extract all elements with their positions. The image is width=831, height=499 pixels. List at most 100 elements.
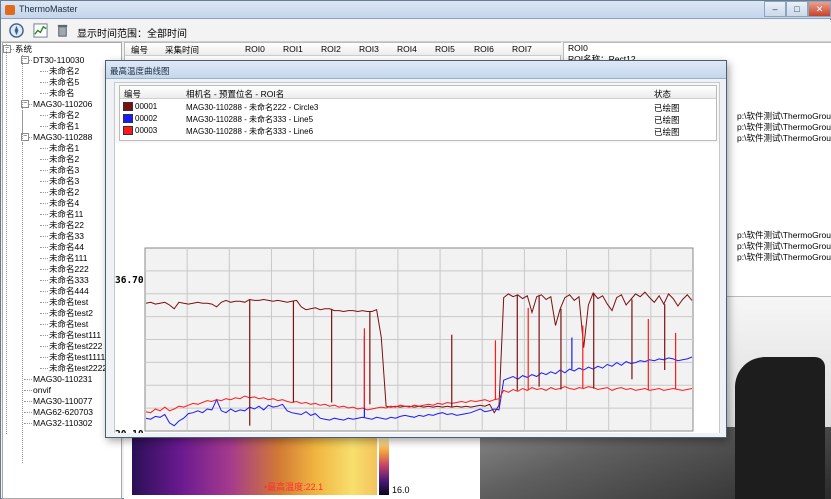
series-table-header: 编号 相机名 - 预置位名 - ROI名 状态 (120, 86, 716, 99)
tree-connector (24, 423, 32, 424)
tree-node[interactable]: 未命名3 (49, 176, 79, 187)
photo-chair (735, 357, 825, 499)
y-axis-max-label: 36.70 (115, 275, 144, 286)
tree-node[interactable]: 未命名3 (49, 165, 79, 176)
tree-connector (40, 148, 48, 149)
series-row[interactable]: 00001 MAG30-110288 - 未命名222 - Circle3 已绘… (120, 101, 716, 113)
series-row[interactable]: 00003 MAG30-110288 - 未命名333 - Line6 已绘图 (120, 125, 716, 137)
device-tree[interactable]: 系统 − DT30-110030− 未命名2 未命名5 未命名 MAG30-110206− 未… (2, 42, 122, 499)
data-table-column-header[interactable]: ROI0 (245, 44, 265, 54)
tree-connector (40, 225, 48, 226)
tree-node[interactable]: 未命名test1111 (49, 352, 105, 363)
app-title: ThermoMaster (19, 4, 78, 14)
series-color-swatch (123, 126, 133, 135)
dialog-title: 最高温度曲线图 (110, 66, 170, 76)
tree-connector (40, 236, 48, 237)
tree-node[interactable]: 未命名444 (49, 286, 89, 297)
tree-connector (40, 368, 48, 369)
tree-node[interactable]: MAG32-110302 (33, 418, 92, 429)
tree-node[interactable]: 未命名2 (49, 110, 79, 121)
tree-node[interactable]: DT30-110030 (33, 55, 84, 66)
file-path-text: p:\软件测试\ThermoGrou (737, 252, 831, 262)
tree-connector (24, 401, 32, 402)
tree-connector (40, 181, 48, 182)
tree-node[interactable]: 未命名33 (49, 231, 84, 242)
tree-node[interactable]: 未命名111 (49, 253, 87, 264)
data-table-column-header[interactable]: 采集时间 (165, 44, 199, 56)
tree-node[interactable]: MAG30-110231 (33, 374, 92, 385)
tree-connector (40, 335, 48, 336)
thermal-image[interactable] (132, 437, 377, 495)
tree-node[interactable]: 未命名test (49, 319, 88, 330)
tree-connector (40, 214, 48, 215)
tree-connector (40, 269, 48, 270)
tree-node[interactable]: 未命名11 (49, 209, 83, 220)
data-table-column-header[interactable]: ROI1 (283, 44, 303, 54)
chart-icon[interactable] (33, 23, 48, 38)
tree-node[interactable]: MAG62-620703 (33, 407, 93, 418)
data-table-column-header[interactable]: ROI2 (321, 44, 341, 54)
tree-node[interactable]: 未命名222 (49, 264, 89, 275)
series-id: 00002 (135, 114, 158, 123)
compass-icon[interactable] (9, 23, 24, 38)
tree-connector (24, 379, 32, 380)
tree-node[interactable]: 未命名2 (49, 154, 79, 165)
tree-node[interactable]: MAG30-110077 (33, 396, 92, 407)
tree-node[interactable]: 未命名1 (49, 121, 79, 132)
tree-connector (40, 346, 48, 347)
tree-node[interactable]: 未命名test111 (49, 330, 101, 341)
tree-node[interactable]: 系统 (15, 44, 32, 55)
tree-node[interactable]: MAG30-110288 (33, 132, 92, 143)
tree-node[interactable]: 未命名test222 (49, 341, 102, 352)
tree-connector (40, 93, 48, 94)
tree-node[interactable]: 未命名2 (49, 187, 79, 198)
tree-node[interactable]: 未命名22 (49, 220, 84, 231)
data-table-column-header[interactable]: ROI7 (512, 44, 532, 54)
color-scale-bar (379, 437, 389, 495)
tree-connector (40, 159, 48, 160)
trash-icon[interactable] (55, 23, 70, 38)
tree-node[interactable]: onvif (33, 385, 51, 396)
data-table-column-header[interactable]: ROI5 (435, 44, 455, 54)
chart-frame: 36.7020.102014-02-12 08:56:562014-02-12 … (115, 143, 719, 433)
tree-connector (40, 192, 48, 193)
tree-expander-icon[interactable]: − (3, 45, 11, 53)
series-row[interactable]: 00002 MAG30-110288 - 未命名333 - Line5 已绘图 (120, 113, 716, 125)
tree-node[interactable]: 未命名44 (49, 242, 84, 253)
temperature-curve-dialog: 最高温度曲线图 编号 相机名 - 预置位名 - ROI名 状态 00001 MA… (105, 60, 727, 438)
data-table-column-header[interactable]: 编号 (131, 44, 148, 56)
tree-node[interactable]: 未命名1 (49, 143, 79, 154)
thermal-image-panel: •最高温度:22.1 16.0 (124, 437, 480, 499)
tree-connector (40, 82, 48, 83)
tree-connector (40, 302, 48, 303)
roi-title: ROI0 (568, 43, 588, 53)
tree-node[interactable]: 未命名test (49, 297, 88, 308)
close-button[interactable]: ✕ (808, 1, 831, 17)
data-table-column-header[interactable]: ROI6 (474, 44, 494, 54)
tree-guide-line (22, 143, 23, 463)
dialog-content: 编号 相机名 - 预置位名 - ROI名 状态 00001 MAG30-1102… (114, 82, 720, 433)
minimize-button[interactable]: – (764, 1, 786, 17)
tree-node[interactable]: 未命名333 (49, 275, 89, 286)
temperature-chart[interactable]: 36.7020.102014-02-12 08:56:562014-02-12 … (115, 143, 719, 433)
file-path-text: p:\软件测试\ThermoGrou (737, 133, 831, 143)
app-logo-icon (5, 5, 15, 15)
tree-connector (24, 390, 32, 391)
tree-node[interactable]: 未命名test2 (49, 308, 93, 319)
dialog-titlebar[interactable]: 最高温度曲线图 (106, 61, 726, 79)
tree-connector (40, 115, 48, 116)
tree-node[interactable]: 未命名5 (49, 77, 79, 88)
data-table-column-header[interactable]: ROI4 (397, 44, 417, 54)
tree-connector (40, 357, 48, 358)
main-window: ThermoMaster – □ ✕ 显示时间范围：全部时间 系统 − DT30-1… (0, 0, 831, 499)
max-temp-label: •最高温度:22.1 (264, 482, 324, 492)
tree-node[interactable]: 未命名4 (49, 198, 79, 209)
tree-node[interactable]: 未命名2 (49, 66, 79, 77)
tree-connector (40, 71, 48, 72)
tree-node[interactable]: 未命名 (49, 88, 75, 99)
data-table-column-header[interactable]: ROI3 (359, 44, 379, 54)
col-camera-roi: 相机名 - 预置位名 - ROI名 (186, 89, 285, 99)
maximize-button[interactable]: □ (786, 1, 808, 17)
tree-node[interactable]: MAG30-110206 (33, 99, 92, 110)
tree-node[interactable]: 未命名test2222 (49, 363, 107, 374)
